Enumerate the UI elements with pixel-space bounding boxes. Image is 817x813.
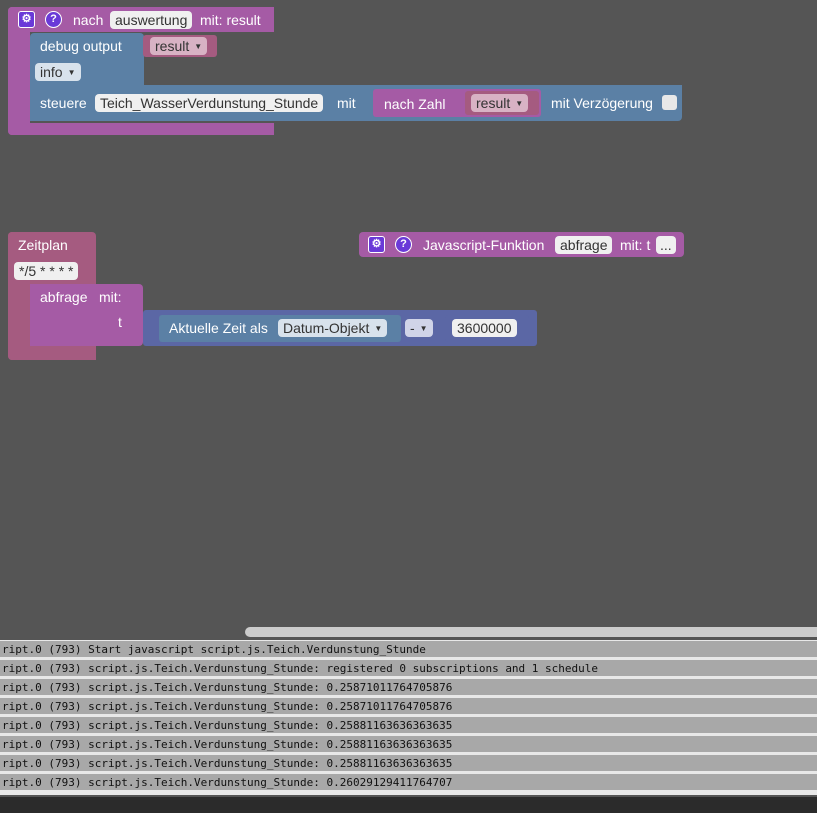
chevron-down-icon: ▼ <box>419 324 428 333</box>
operator-dropdown[interactable]: - ▼ <box>405 319 433 337</box>
delay-label: mit Verzögerung <box>551 95 653 111</box>
chevron-down-icon: ▼ <box>374 324 383 333</box>
time-format-text: Datum-Objekt <box>283 320 370 336</box>
log-line: ript.0 (793) script.js.Teich.Verdunstung… <box>0 736 817 753</box>
js-function-params-label: mit: t <box>620 237 651 253</box>
control-label: steuere <box>40 95 87 111</box>
procedure-label-nach: nach <box>73 12 104 28</box>
operator-text: - <box>410 320 415 336</box>
js-function-name-field[interactable]: abfrage <box>555 236 613 254</box>
gear-icon[interactable]: ⚙ <box>368 236 385 253</box>
current-time-label: Aktuelle Zeit als <box>169 320 268 336</box>
log-line: ript.0 (793) Start javascript script.js.… <box>0 641 817 658</box>
gear-icon[interactable]: ⚙ <box>18 11 35 28</box>
chevron-down-icon: ▼ <box>67 68 76 77</box>
js-function-label: Javascript-Funktion <box>423 237 545 253</box>
help-icon[interactable]: ? <box>395 236 412 253</box>
control-with-label: mit <box>337 95 356 111</box>
control-target-field[interactable]: Teich_WasserVerdunstung_Stunde <box>95 94 324 112</box>
time-format-dropdown[interactable]: Datum-Objekt ▼ <box>278 319 388 337</box>
call-param-label: t <box>118 314 122 330</box>
log-line: ript.0 (793) script.js.Teich.Verdunstung… <box>0 755 817 772</box>
convert-value-text: result <box>476 95 511 111</box>
debug-level-dropdown[interactable]: info ▼ <box>35 63 81 81</box>
procedure-params-label: mit: result <box>200 12 261 28</box>
convert-value-dropdown[interactable]: result ▼ <box>471 94 529 112</box>
number-field[interactable]: 3600000 <box>452 319 517 337</box>
js-function-more-button[interactable]: ... <box>656 236 676 254</box>
debug-value-text: result <box>155 38 190 54</box>
log-line: ript.0 (793) script.js.Teich.Verdunstung… <box>0 698 817 715</box>
debug-value-dropdown[interactable]: result ▼ <box>150 37 208 55</box>
chevron-down-icon: ▼ <box>515 99 524 108</box>
schedule-block-bottom <box>8 346 96 360</box>
debug-output-label: debug output <box>40 38 122 54</box>
schedule-cron-field[interactable]: */5 * * * * <box>14 262 79 280</box>
call-function-name: abfrage <box>40 289 88 305</box>
log-line: ript.0 (793) script.js.Teich.Verdunstung… <box>0 679 817 696</box>
log-line: ript.0 (793) script.js.Teich.Verdunstung… <box>0 774 817 791</box>
bottom-bar <box>0 797 817 813</box>
log-line: ript.0 (793) script.js.Teich.Verdunstung… <box>0 660 817 677</box>
schedule-label: Zeitplan <box>18 237 68 253</box>
horizontal-scrollbar[interactable] <box>245 627 817 637</box>
log-line: ript.0 (793) script.js.Teich.Verdunstung… <box>0 717 817 734</box>
convert-number-label: nach Zahl <box>384 96 446 112</box>
help-icon[interactable]: ? <box>45 11 62 28</box>
function-name-field[interactable]: auswertung <box>110 11 193 29</box>
debug-level-text: info <box>40 64 63 80</box>
call-with-label: mit: <box>99 289 122 305</box>
procedure-block-bottom <box>8 123 274 135</box>
delay-checkbox[interactable] <box>662 95 677 110</box>
chevron-down-icon: ▼ <box>194 42 203 51</box>
